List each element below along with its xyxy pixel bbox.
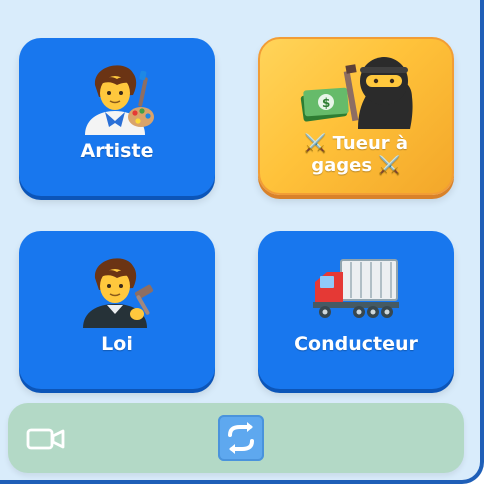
card-label-line2: gages ⚔️	[311, 155, 401, 176]
card-label-line1: ⚔️ Tueur à	[303, 133, 409, 154]
card-loi[interactable]: Loi	[19, 231, 215, 389]
card-label: Artiste	[80, 140, 154, 162]
card-conducteur[interactable]: Conducteur	[258, 231, 454, 389]
money-icon: $	[300, 87, 349, 122]
card-artiste[interactable]: Artiste	[19, 38, 215, 196]
svg-text:$: $	[322, 96, 330, 110]
ninja-art: $	[286, 53, 426, 131]
repeat-arrows-icon[interactable]	[218, 415, 264, 461]
card-label: Loi	[101, 333, 133, 355]
app-screen: Artiste $ ⚔️ Tueur à gages ⚔️ Loi Conduc…	[0, 0, 484, 484]
video-camera-icon[interactable]	[26, 426, 66, 452]
card-tueur-a-gages[interactable]: $ ⚔️ Tueur à gages ⚔️	[258, 37, 454, 195]
judge-icon	[77, 249, 157, 328]
artist-icon	[77, 56, 157, 135]
card-label: Conducteur	[294, 333, 418, 355]
bottom-bar	[8, 403, 464, 473]
truck-icon	[311, 249, 401, 327]
